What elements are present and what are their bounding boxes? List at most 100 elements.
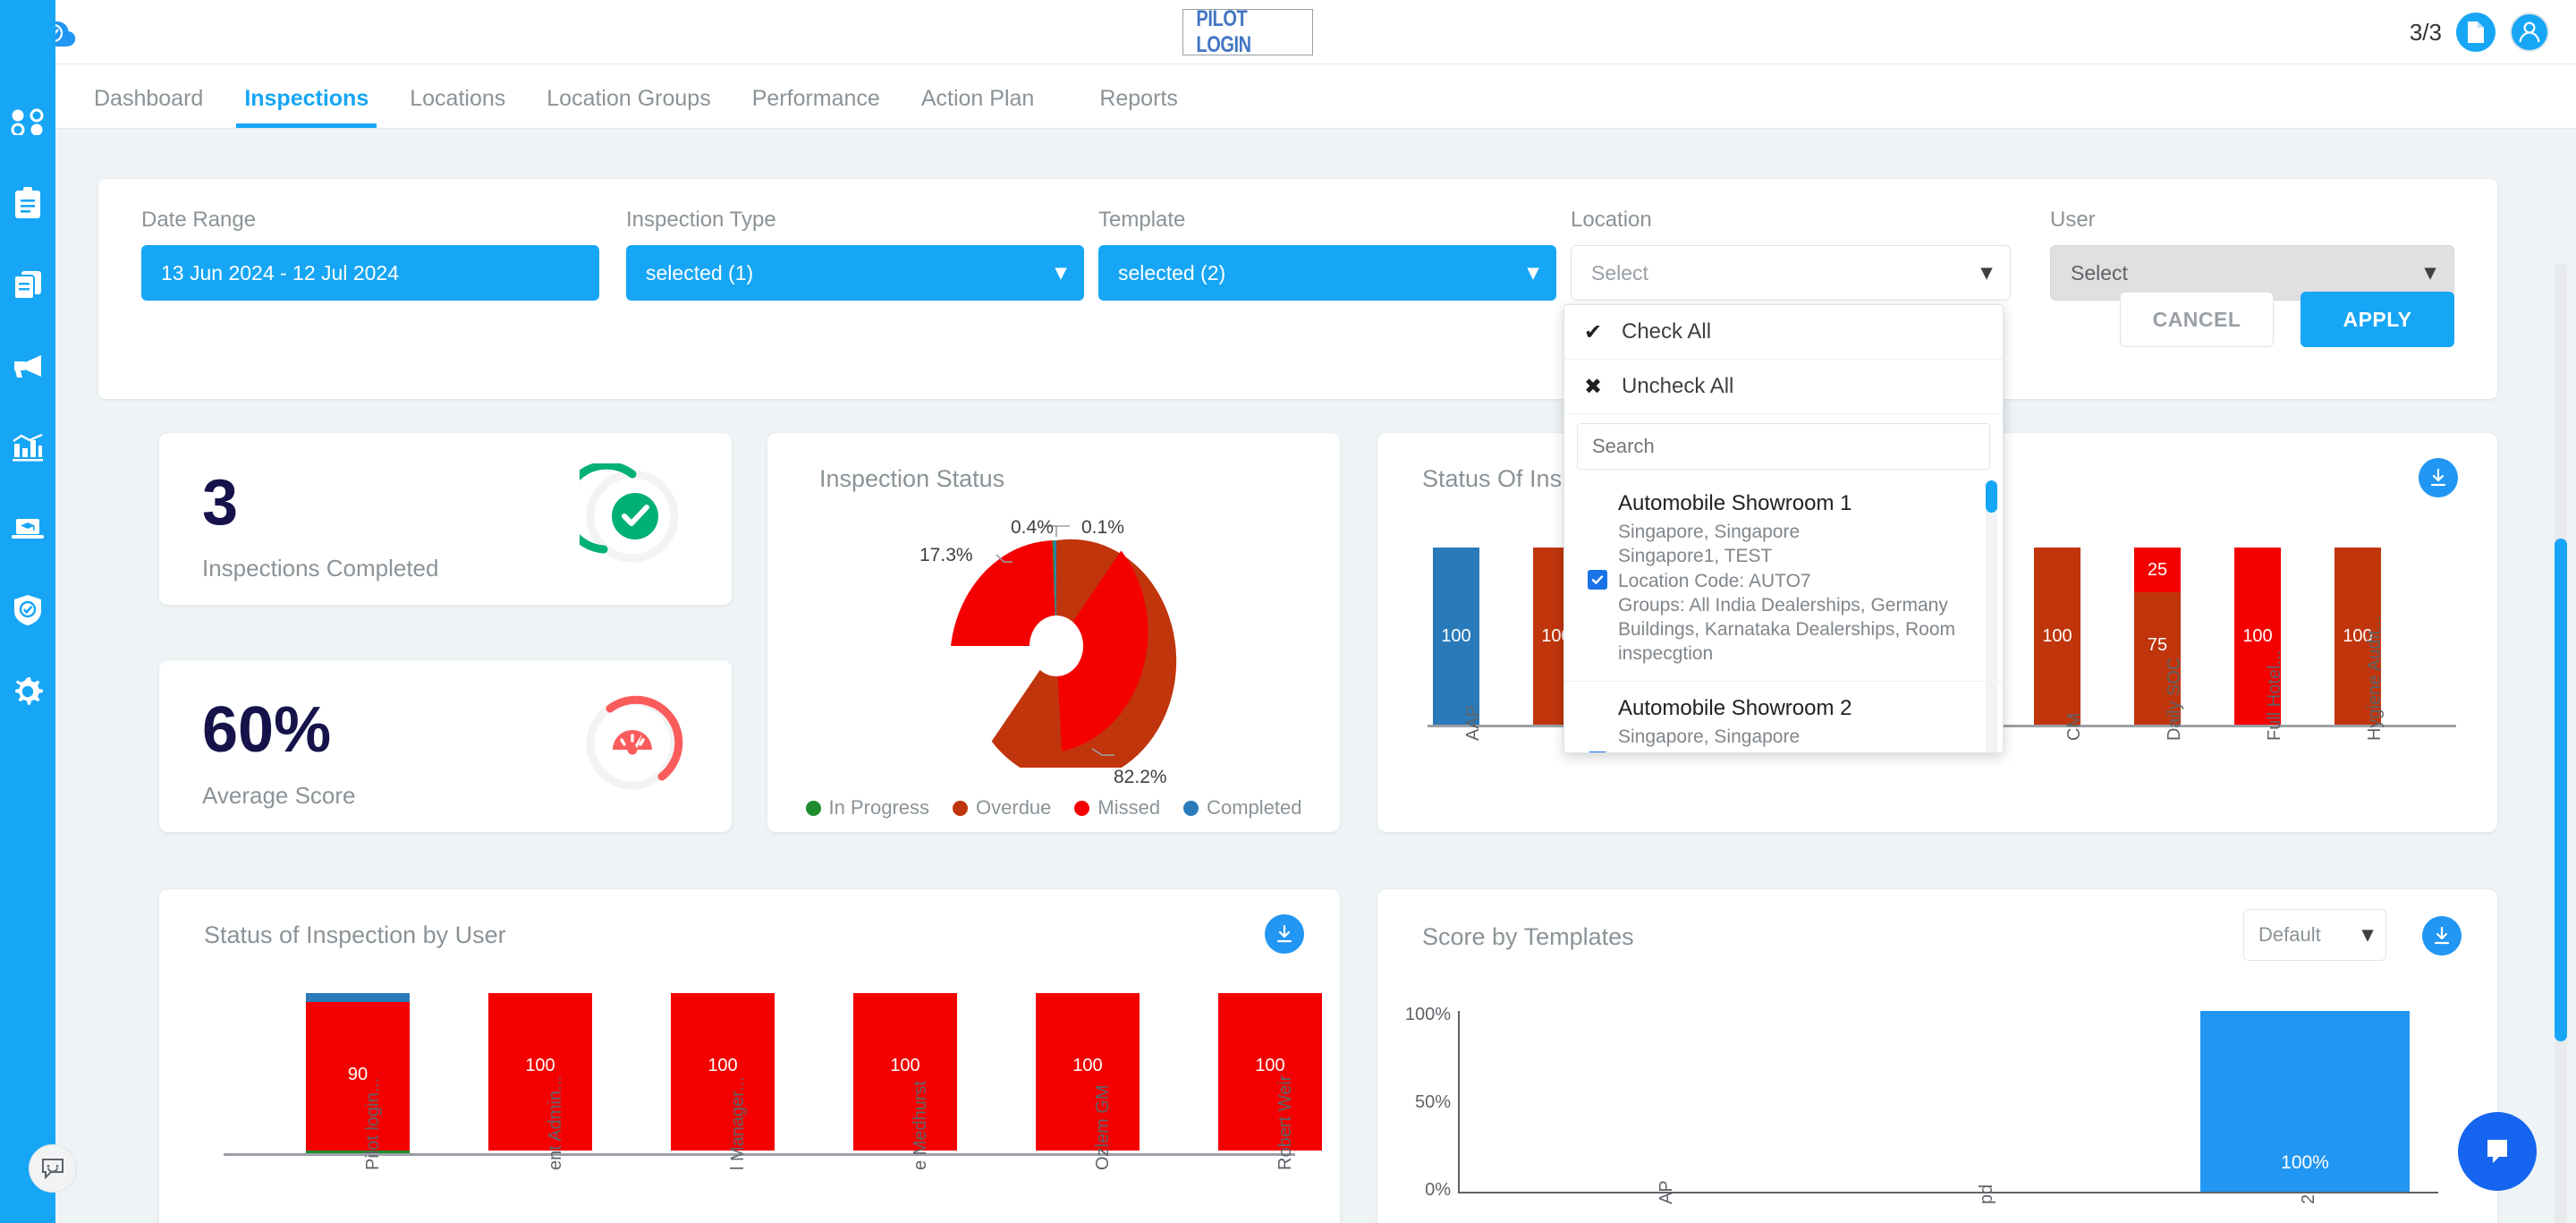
check-circle-gauge-icon [560, 461, 685, 573]
filter-label-user: User [2050, 208, 2096, 232]
cancel-button[interactable]: CANCEL [2120, 292, 2274, 347]
sidebar-item-announcements[interactable] [0, 325, 55, 406]
legend-label-completed: Completed [1207, 796, 1302, 819]
shield-check-icon [13, 594, 43, 626]
legend-item-in-progress[interactable]: In Progress [805, 796, 930, 820]
chat-smile-icon[interactable] [29, 1144, 77, 1193]
location-option-automobile-showroom-1[interactable]: Automobile Showroom 1 Singapore, Singapo… [1564, 477, 2003, 682]
user-value: Select [2071, 260, 2128, 285]
download-icon[interactable] [1265, 914, 1304, 954]
bar-e-medhurst[interactable]: 100 [853, 993, 957, 1151]
average-score-label: Average Score [202, 782, 356, 809]
status-by-user-plot: 90 100 100 100 100 100 [224, 993, 1322, 1156]
pilot-login-text: PILOT LOGIN [1196, 6, 1251, 57]
score-template-selector-value: Default [2258, 923, 2321, 946]
bar-value-cm: 100 [2042, 626, 2072, 646]
x-label-cm: CM [2064, 712, 2084, 741]
x-label-robert-weir: Robert Weir [1275, 1074, 1295, 1170]
chevron-down-icon: ▾ [2361, 922, 2373, 947]
document-icon[interactable] [2456, 13, 2496, 52]
location-search-input[interactable] [1577, 423, 1990, 470]
bar-l-manager[interactable]: 100 [671, 993, 775, 1151]
average-score-value: 60% [202, 694, 332, 766]
bar-cm[interactable]: 100 [2034, 548, 2080, 725]
user-avatar-icon[interactable] [2510, 13, 2549, 52]
filter-location: Location Select ▾ [1571, 208, 2011, 301]
inspection-status-legend: In Progress Overdue Missed Completed [767, 796, 1340, 820]
legend-dot-completed [1183, 800, 1199, 816]
dropdown-scrollbar-track[interactable] [1986, 480, 1997, 752]
topbar-right-group: 3/3 [2410, 0, 2549, 64]
legend-dot-overdue [953, 800, 969, 816]
sidebar-item-analytics[interactable] [0, 406, 55, 488]
check-icon: ✔ [1584, 319, 1603, 344]
checkbox-automobile-showroom-2[interactable] [1588, 751, 1607, 752]
top-bar: PILOT LOGIN 3/3 [0, 0, 2576, 64]
bar-ent-admin[interactable]: 100 [488, 993, 592, 1151]
template-select[interactable]: selected (2) ▾ [1098, 245, 1556, 301]
sidebar-item-inspections[interactable] [0, 162, 55, 243]
legend-item-completed[interactable]: Completed [1183, 796, 1301, 820]
bar-aap[interactable]: 100 [1433, 548, 1479, 725]
location-code-1: Location Code: AUTO7 [1618, 570, 1811, 591]
tab-performance[interactable]: Performance [732, 86, 901, 128]
pilot-login-badge: PILOT LOGIN [1182, 6, 1313, 57]
uncheck-all-option[interactable]: ✖ Uncheck All [1564, 360, 2003, 414]
y-label-0: 0% [1425, 1180, 1451, 1200]
download-icon[interactable] [2422, 916, 2462, 955]
filter-label-location: Location [1571, 208, 1652, 232]
sidebar-item-settings[interactable] [0, 650, 55, 732]
tab-locations[interactable]: Locations [389, 86, 526, 128]
bar-robert-weir[interactable]: 100 [1218, 993, 1322, 1151]
legend-item-overdue[interactable]: Overdue [953, 796, 1051, 820]
x-label-pd: pd [1977, 1184, 1996, 1204]
tab-inspections[interactable]: Inspections [224, 86, 389, 128]
tab-reports[interactable]: Reports [1055, 86, 1199, 128]
sidebar-item-training[interactable] [0, 488, 55, 569]
inspection-type-select[interactable]: selected (1) ▾ [626, 245, 1084, 301]
legend-label-missed: Missed [1097, 796, 1161, 819]
sidebar-item-dashboard[interactable] [0, 81, 55, 162]
tab-location-groups[interactable]: Location Groups [526, 86, 731, 128]
filter-panel: Date Range 13 Jun 2024 - 12 Jul 2024 Ins… [98, 179, 2497, 399]
score-template-selector[interactable]: Default ▾ [2243, 909, 2386, 961]
donut-label-missed: 17.3% [919, 545, 973, 565]
bar-daily-soc-missed[interactable]: 25 [2134, 548, 2181, 592]
location-option-automobile-showroom-2[interactable]: Automobile Showroom 2 Singapore, Singapo… [1564, 682, 2003, 752]
filter-actions: CANCEL APPLY [2120, 292, 2454, 347]
check-all-option[interactable]: ✔ Check All [1564, 305, 2003, 360]
filter-label-date-range: Date Range [141, 208, 257, 232]
bar-value-daily-soc-missed: 25 [2147, 560, 2168, 580]
donut-label-overdue: 82.2% [1114, 767, 1167, 787]
filter-label-template: Template [1098, 208, 1186, 232]
apply-button[interactable]: APPLY [2301, 292, 2454, 347]
bar-ozlem-gm[interactable]: 100 [1036, 993, 1140, 1151]
bar-value-robert-weir: 100 [1255, 1056, 1285, 1075]
bar-pilot-login-completed[interactable] [306, 993, 410, 1002]
legend-label-in-progress: In Progress [828, 796, 930, 819]
legend-item-missed[interactable]: Missed [1074, 796, 1160, 820]
download-icon[interactable] [2419, 458, 2458, 497]
bar-template-2[interactable]: 100% [2200, 1011, 2410, 1192]
status-by-user-x-axis [224, 1153, 1295, 1156]
location-options-list[interactable]: Automobile Showroom 1 Singapore, Singapo… [1564, 477, 2003, 752]
chevron-down-icon: ▾ [1527, 260, 1538, 285]
location-select[interactable]: Select ▾ [1571, 245, 2011, 301]
checkbox-automobile-showroom-1[interactable] [1588, 570, 1607, 590]
page-scrollbar-thumb[interactable] [2555, 539, 2567, 1041]
date-range-input[interactable]: 13 Jun 2024 - 12 Jul 2024 [141, 245, 599, 301]
chat-bubble-icon[interactable] [2458, 1112, 2537, 1191]
gear-icon [12, 675, 44, 708]
bar-pilot-login-missed[interactable]: 90 [306, 1002, 410, 1151]
dropdown-scrollbar-thumb[interactable] [1986, 480, 1997, 513]
legend-dot-in-progress [805, 800, 821, 816]
page-count: 3/3 [2409, 18, 2442, 46]
chevron-down-icon: ▾ [1055, 260, 1066, 285]
sidebar-item-documents[interactable] [0, 243, 55, 325]
tab-action-plan[interactable]: Action Plan [901, 86, 1055, 128]
x-label-hygiene-audit: Hygiene Audit... [2365, 615, 2385, 741]
location-line1-2: Singapore, Singapore [1618, 726, 1801, 747]
sidebar-item-compliance[interactable] [0, 569, 55, 650]
x-label-l-manager: l Manager... [728, 1076, 748, 1170]
tab-dashboard[interactable]: Dashboard [73, 86, 224, 128]
